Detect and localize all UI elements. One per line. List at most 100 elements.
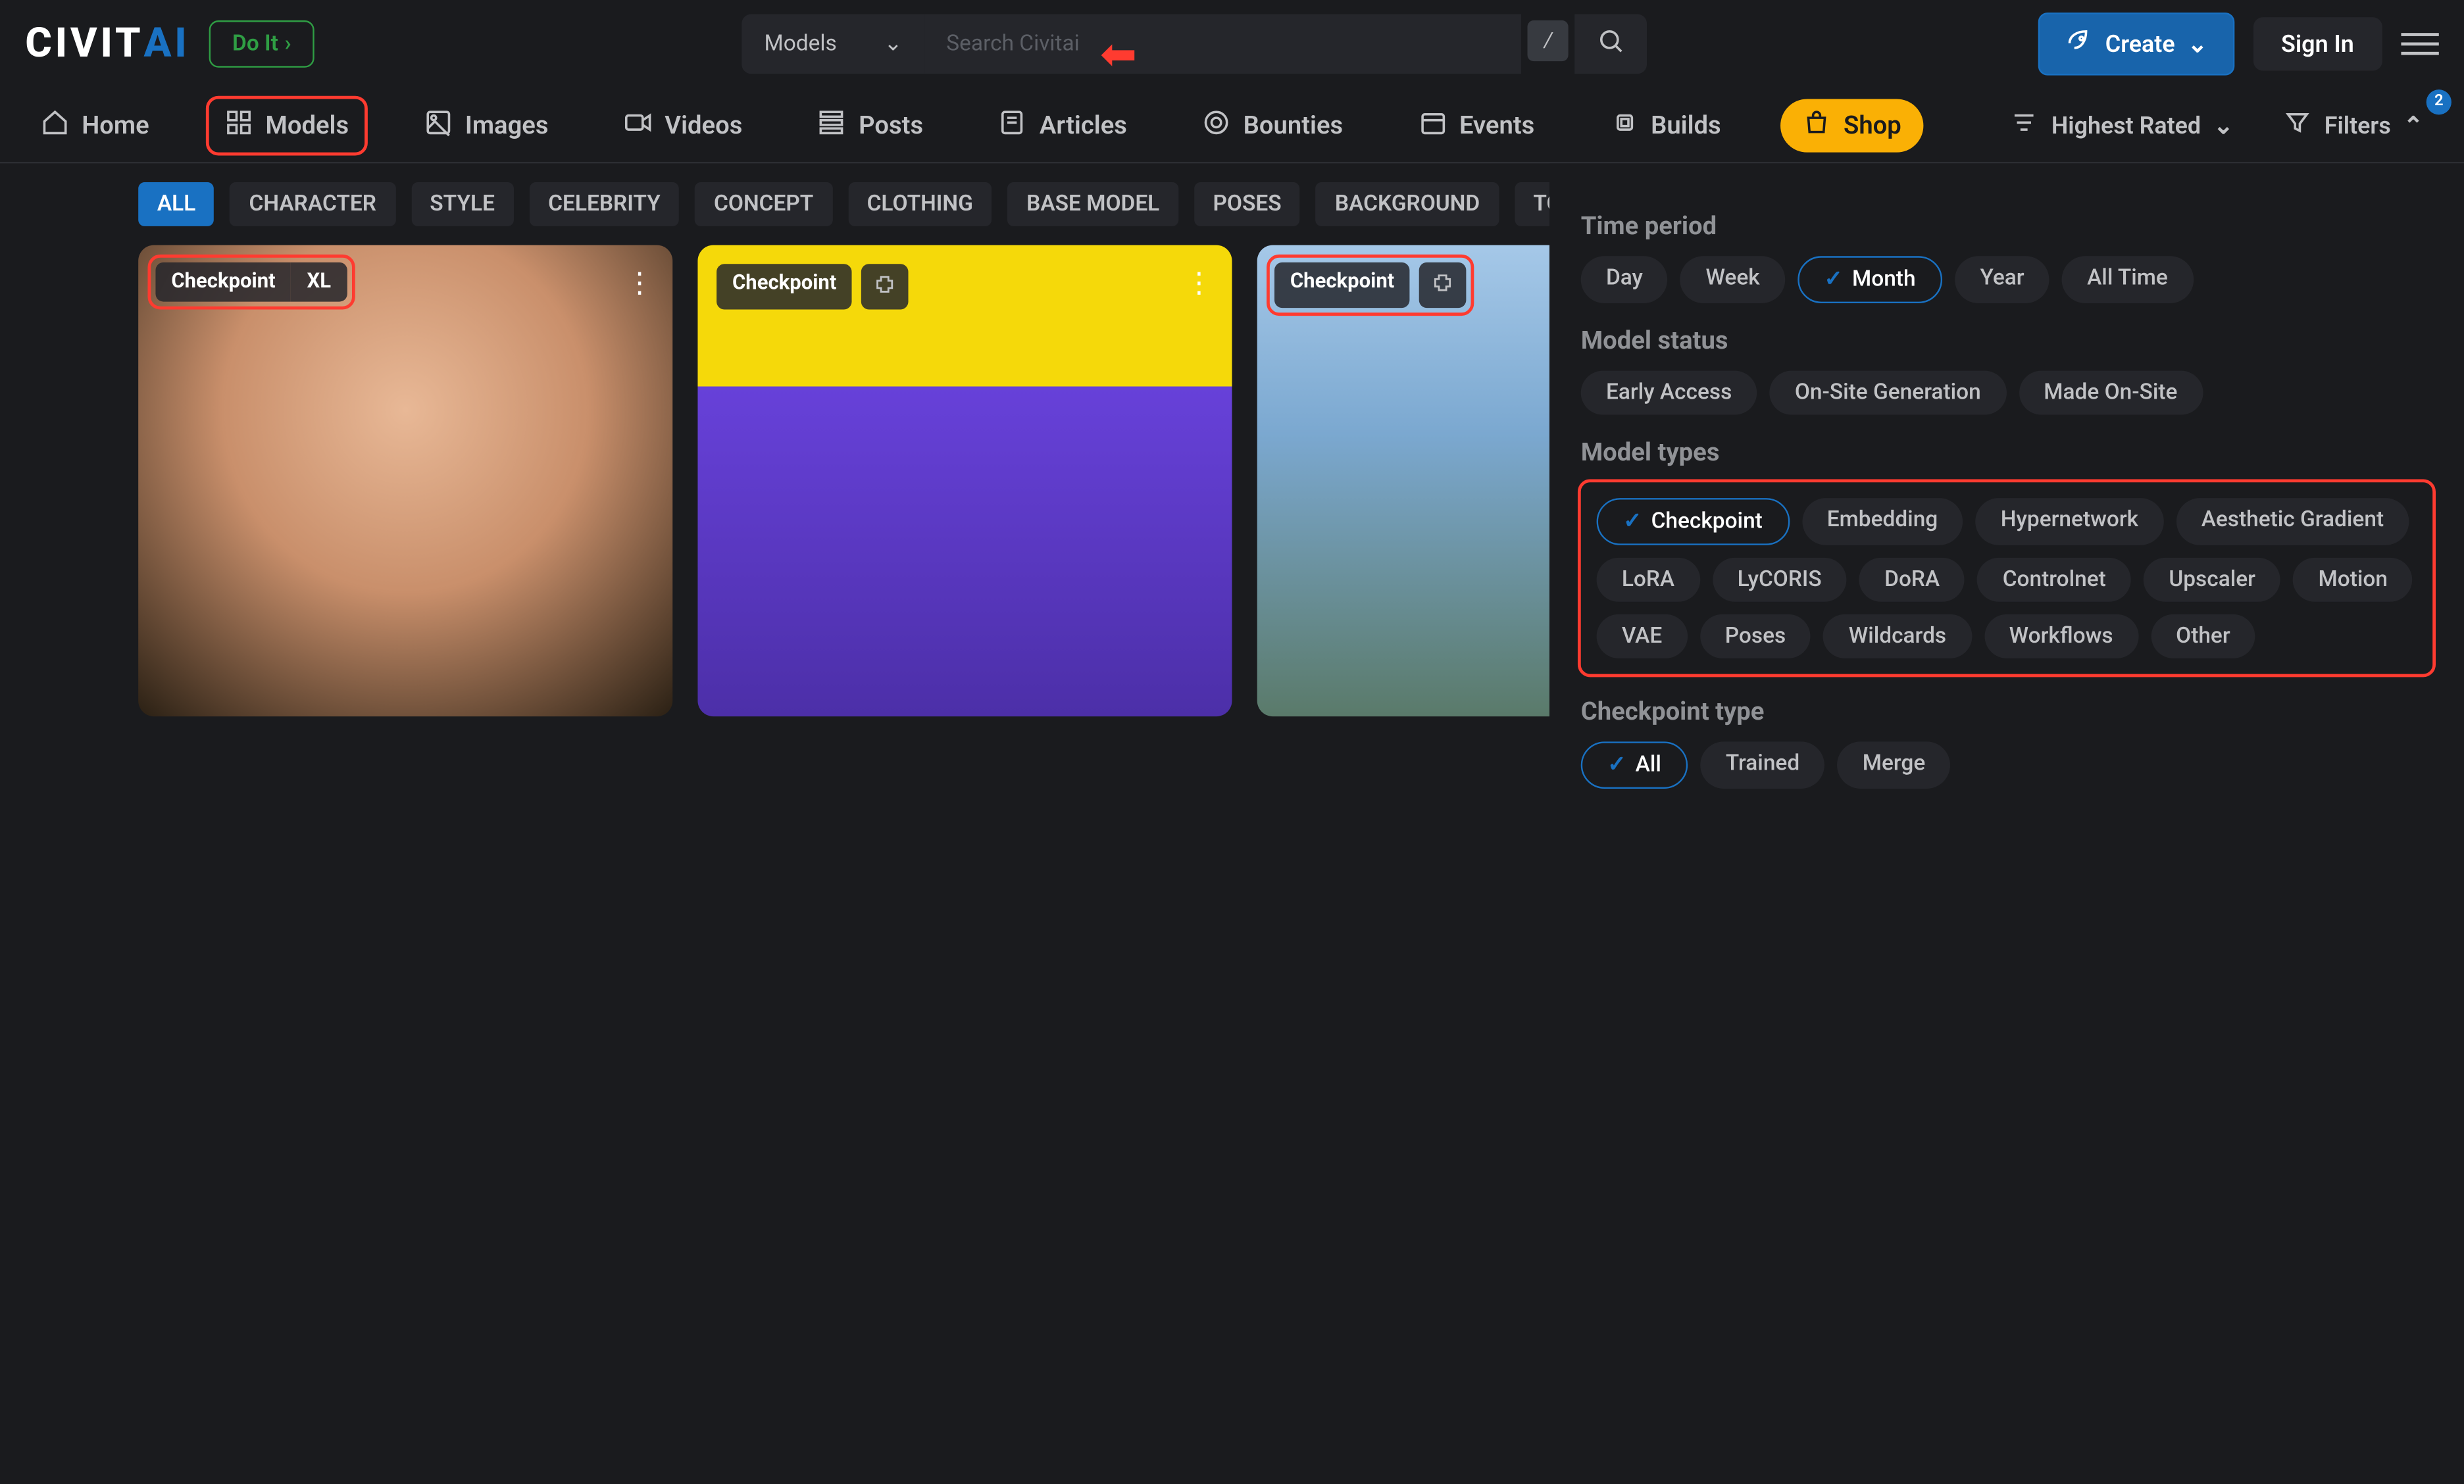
target-icon [1203,108,1231,143]
sort-button[interactable]: Highest Rated ⌄ [1995,98,2249,151]
nav-shop-label: Shop [1844,110,1901,139]
filter-section-ckpt: Checkpoint type [1581,696,2433,726]
type-lycoris[interactable]: LyCORIS [1712,558,1846,602]
type-controlnet[interactable]: Controlnet [1977,558,2131,602]
type-wildcards[interactable]: Wildcards [1824,614,1972,658]
nav-builds[interactable]: Builds [1594,98,1736,151]
search-type-label: Models [765,32,837,57]
rocket-icon [2065,27,2093,62]
ckpt-trained[interactable]: Trained [1701,741,1825,789]
chip-style[interactable]: STYLE [411,182,514,226]
model-card[interactable]: Checkpoint ⋮ [697,245,1232,717]
status-early[interactable]: Early Access [1581,371,1757,415]
nav-builds-label: Builds [1651,110,1721,139]
sort-icon [2011,108,2039,143]
chevron-down-icon: ⌄ [2213,111,2233,139]
type-hypernetwork[interactable]: Hypernetwork [1976,498,2164,545]
nav-bounties-label: Bounties [1244,110,1344,139]
nav-home-label: Home [82,110,149,139]
create-button[interactable]: Create ⌄ [2038,12,2234,76]
calendar-icon [1419,108,1447,143]
filters-button[interactable]: Filters ⌃ 2 [2268,98,2439,151]
nav-shop[interactable]: Shop [1780,98,1923,151]
chevron-right-icon: › [284,32,291,57]
create-label: Create [2105,30,2175,58]
type-vae[interactable]: VAE [1597,614,1688,658]
puzzle-icon [1419,262,1467,308]
chip-all[interactable]: ALL [138,182,214,226]
type-motion[interactable]: Motion [2293,558,2413,602]
type-other[interactable]: Other [2151,614,2255,658]
card-type-badge: Checkpoint [155,262,291,302]
search-input[interactable] [924,14,1522,74]
type-workflows[interactable]: Workflows [1984,614,2138,658]
type-lora[interactable]: LoRA [1597,558,1700,602]
nav-models[interactable]: Models [209,98,365,151]
nav-home[interactable]: Home [25,98,164,151]
chip-celebrity[interactable]: CELEBRITY [530,182,680,226]
chevron-down-icon: ⌄ [2188,30,2207,58]
nav-images[interactable]: Images [409,98,565,151]
search-button[interactable] [1575,14,1647,74]
puzzle-icon [862,264,909,309]
do-it-button[interactable]: Do It › [209,20,314,68]
search-group: Models ⌄ / [742,14,1647,74]
ckpt-merge[interactable]: Merge [1838,741,1951,789]
signin-button[interactable]: Sign In [2253,17,2382,70]
logo-text-left: CIVIT [25,20,143,68]
bag-icon [1803,108,1831,143]
filter-section-types: Model types [1581,437,2433,466]
menu-button[interactable] [2401,33,2438,55]
status-onsite[interactable]: On-Site Generation [1770,371,2006,415]
filter-icon [2284,108,2312,143]
posts-icon [818,108,846,143]
chip-character[interactable]: CHARACTER [230,182,395,226]
ckpt-all[interactable]: All [1581,741,1688,789]
time-month[interactable]: Month [1798,256,1942,303]
card-menu-button[interactable]: ⋮ [626,267,654,300]
card-variant-badge: XL [291,262,347,302]
search-icon [1597,37,1625,61]
article-icon [999,108,1027,143]
nav-bounties[interactable]: Bounties [1187,98,1359,151]
grid-icon [224,108,253,143]
status-made[interactable]: Made On-Site [2019,371,2203,415]
type-checkpoint[interactable]: Checkpoint [1597,498,1790,545]
chip-base-model[interactable]: BASE MODEL [1007,182,1178,226]
chip-poses[interactable]: POSES [1194,182,1301,226]
time-week[interactable]: Week [1680,256,1785,303]
nav-videos[interactable]: Videos [608,98,758,151]
nav-images-label: Images [465,110,549,139]
nav-events[interactable]: Events [1403,98,1550,151]
chip-concept[interactable]: CONCEPT [695,182,832,226]
filter-section-time: Time period [1581,210,2433,240]
nav-videos-label: Videos [665,110,742,139]
time-all[interactable]: All Time [2062,256,2193,303]
card-menu-button[interactable]: ⋮ [1185,267,1213,300]
nav-posts[interactable]: Posts [802,98,939,151]
nav-posts-label: Posts [859,110,923,139]
filters-panel: Time period Day Week Month Year All Time… [1549,163,2464,814]
filter-count-badge: 2 [2426,89,2451,114]
type-poses[interactable]: Poses [1700,614,1811,658]
type-aesthetic[interactable]: Aesthetic Gradient [2176,498,2409,545]
nav-articles-label: Articles [1040,110,1127,139]
logo[interactable]: CIVITAI [25,20,189,68]
filter-section-status: Model status [1581,325,2433,355]
type-upscaler[interactable]: Upscaler [2144,558,2280,602]
card-type-badge: Checkpoint [1274,262,1410,308]
time-year[interactable]: Year [1955,256,2049,303]
image-icon [424,108,453,143]
search-type-select[interactable]: Models ⌄ [742,14,924,74]
nav-models-label: Models [265,110,349,139]
sort-label: Highest Rated [2051,111,2201,139]
video-icon [624,108,652,143]
type-dora[interactable]: DoRA [1859,558,1965,602]
chip-clothing[interactable]: CLOTHING [848,182,992,226]
type-embedding[interactable]: Embedding [1802,498,1963,545]
time-day[interactable]: Day [1581,256,1668,303]
model-card[interactable]: Checkpoint XL ⋮ [138,245,672,717]
nav-articles[interactable]: Articles [983,98,1143,151]
do-it-label: Do It [232,32,278,57]
chip-background[interactable]: BACKGROUND [1316,182,1499,226]
